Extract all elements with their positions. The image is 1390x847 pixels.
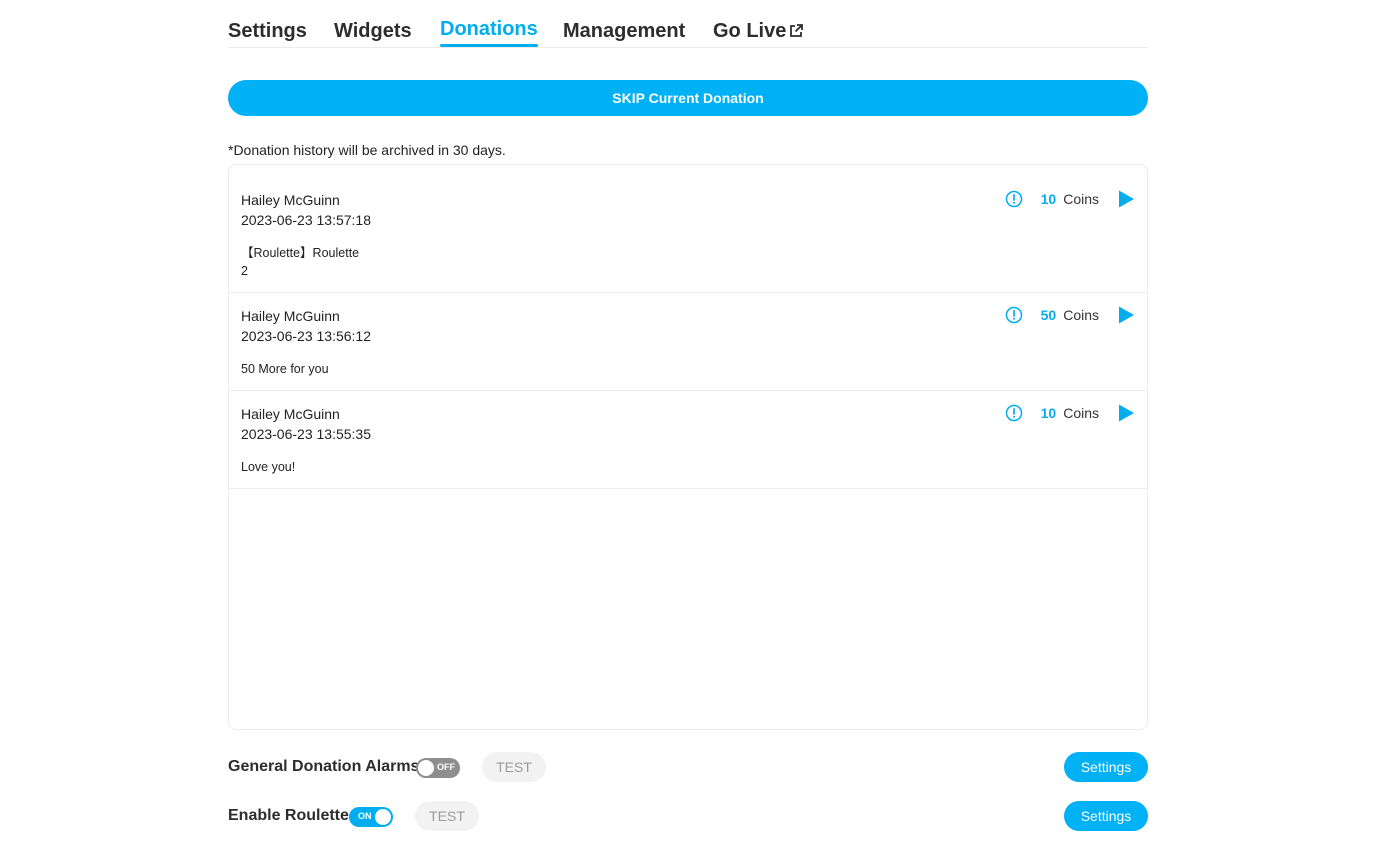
donation-amount: 50 — [1040, 307, 1057, 323]
donation-message-line2: 2 — [241, 264, 248, 278]
donation-list[interactable]: Hailey McGuinn 2023-06-23 13:57:18 【Roul… — [228, 164, 1148, 730]
tab-widgets-label: Widgets — [334, 20, 412, 42]
play-icon[interactable] — [1117, 305, 1135, 325]
donation-time: 2023-06-23 13:56:12 — [241, 328, 371, 344]
general-alarm-test-button[interactable]: TEST — [482, 752, 546, 782]
donation-amount-area: 50 Coins — [1005, 305, 1135, 325]
general-donation-alarms-control: General Donation Alarms OFF TEST Setting… — [228, 752, 1148, 782]
donation-message: 50 More for you — [241, 362, 329, 376]
tab-settings-label: Settings — [228, 20, 307, 42]
general-donation-alarms-toggle[interactable]: OFF — [416, 758, 460, 778]
tab-donations[interactable]: Donations — [440, 16, 538, 47]
donation-amount-area: 10 Coins — [1005, 403, 1135, 423]
coins-unit: Coins — [1063, 191, 1099, 207]
enable-roulette-label: Enable Roulette — [228, 807, 349, 824]
play-icon[interactable] — [1117, 403, 1135, 423]
tab-go-live-label: Go Live — [713, 20, 787, 42]
skip-current-donation-button[interactable]: SKIP Current Donation — [228, 80, 1148, 116]
tab-management[interactable]: Management — [563, 18, 685, 44]
donation-message: Love you! — [241, 460, 296, 474]
tab-bar: Settings Widgets Donations Management Go… — [228, 0, 1148, 48]
toggle-state-label: OFF — [437, 762, 455, 772]
donor-name: Hailey McGuinn — [241, 308, 340, 324]
enable-roulette-toggle[interactable]: ON — [349, 807, 393, 827]
donation-row: Hailey McGuinn 2023-06-23 13:55:35 Love … — [229, 391, 1147, 489]
alert-icon[interactable] — [1005, 190, 1023, 208]
general-alarm-settings-button[interactable]: Settings — [1064, 752, 1148, 782]
roulette-settings-button[interactable]: Settings — [1064, 801, 1148, 831]
alert-icon[interactable] — [1005, 306, 1023, 324]
donor-name: Hailey McGuinn — [241, 192, 340, 208]
tab-settings[interactable]: Settings — [228, 18, 307, 44]
donation-amount-area: 10 Coins — [1005, 189, 1135, 209]
donor-name: Hailey McGuinn — [241, 406, 340, 422]
coins-unit: Coins — [1063, 405, 1099, 421]
tab-go-live[interactable]: Go Live — [713, 18, 804, 44]
tab-donations-label: Donations — [440, 18, 538, 40]
alert-icon[interactable] — [1005, 404, 1023, 422]
coins-unit: Coins — [1063, 307, 1099, 323]
toggle-knob — [375, 809, 391, 825]
donation-time: 2023-06-23 13:57:18 — [241, 212, 371, 228]
general-donation-alarms-label: General Donation Alarms — [228, 758, 420, 775]
donation-time: 2023-06-23 13:55:35 — [241, 426, 371, 442]
roulette-test-button[interactable]: TEST — [415, 801, 479, 831]
toggle-state-label: ON — [358, 811, 372, 821]
tab-widgets[interactable]: Widgets — [334, 18, 412, 44]
enable-roulette-control: Enable Roulette ON TEST Settings — [228, 801, 1148, 831]
toggle-knob — [418, 760, 434, 776]
external-link-icon — [790, 24, 804, 37]
donation-amount: 10 — [1040, 405, 1057, 421]
tab-management-label: Management — [563, 20, 686, 42]
donation-amount: 10 — [1040, 191, 1057, 207]
donation-row: Hailey McGuinn 2023-06-23 13:56:12 50 Mo… — [229, 293, 1147, 391]
archive-notice: *Donation history will be archived in 30… — [228, 142, 506, 158]
donation-row: Hailey McGuinn 2023-06-23 13:57:18 【Roul… — [229, 165, 1147, 293]
donation-message: 【Roulette】Roulette — [241, 246, 360, 260]
play-icon[interactable] — [1117, 189, 1135, 209]
